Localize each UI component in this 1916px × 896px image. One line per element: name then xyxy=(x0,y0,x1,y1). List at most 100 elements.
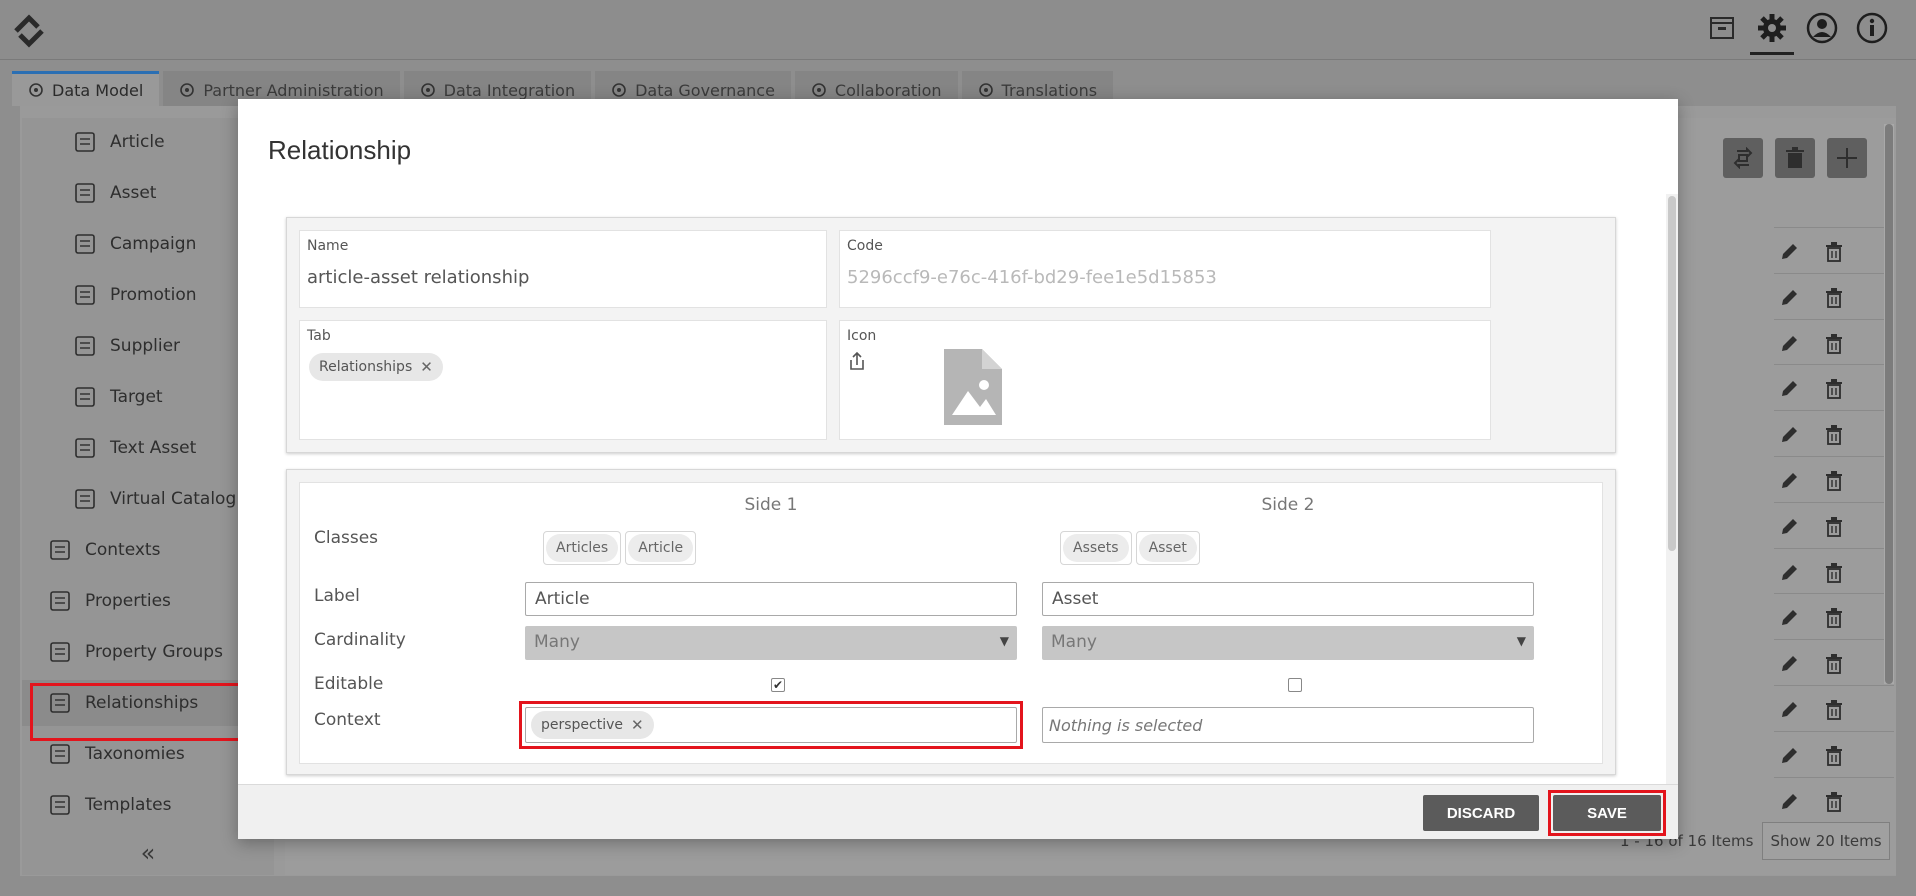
code-field: Code 5296ccf9-e76c-416f-bd29-fee1e5d1585… xyxy=(839,230,1491,308)
user-icon[interactable] xyxy=(1804,8,1840,48)
sidebar-item-properties[interactable]: Properties xyxy=(22,578,274,624)
side2-context-select[interactable]: Nothing is selected xyxy=(1042,707,1534,743)
context-label: Context xyxy=(314,710,381,730)
sidebar-item-templates[interactable]: Templates xyxy=(22,782,274,828)
trash-icon[interactable] xyxy=(1825,745,1843,766)
sidebar-item-promotion[interactable]: Promotion xyxy=(22,272,274,318)
table-row-actions xyxy=(1766,458,1856,504)
share-nodes-icon xyxy=(420,83,435,97)
pencil-icon[interactable] xyxy=(1779,700,1799,720)
pencil-icon[interactable] xyxy=(1779,746,1799,766)
side1-label-input[interactable]: Article xyxy=(525,582,1017,616)
properties-icon xyxy=(50,591,70,611)
pencil-icon[interactable] xyxy=(1779,471,1799,491)
trash-icon[interactable] xyxy=(1825,379,1843,400)
pencil-icon[interactable] xyxy=(1779,288,1799,308)
sides-panel: Side 1 Side 2 Classes Articles Article As… xyxy=(286,469,1616,775)
side2-label-input[interactable]: Asset xyxy=(1042,582,1534,616)
sidebar-item-campaign[interactable]: Campaign xyxy=(22,221,274,267)
data-model-icon xyxy=(29,83,43,97)
trash-icon[interactable] xyxy=(1825,471,1843,491)
translations-icon xyxy=(978,83,993,97)
table-row-actions xyxy=(1766,412,1856,458)
table-row-actions xyxy=(1766,275,1856,321)
trash-icon[interactable] xyxy=(1825,287,1843,308)
trash-icon[interactable] xyxy=(1825,516,1843,537)
pencil-icon[interactable] xyxy=(1779,242,1799,262)
archive-icon[interactable] xyxy=(1704,8,1740,48)
grid-scrollbar[interactable] xyxy=(1884,124,1894,684)
tab-data-model[interactable]: Data Model xyxy=(12,71,160,106)
trash-icon[interactable] xyxy=(1825,791,1843,812)
save-highlight xyxy=(1548,790,1666,836)
megaphone-icon xyxy=(75,285,95,305)
catalog-icon xyxy=(75,489,95,509)
add-button[interactable] xyxy=(1827,138,1867,178)
trash-icon[interactable] xyxy=(1825,562,1843,583)
row-divider xyxy=(1774,639,1894,641)
pencil-icon[interactable] xyxy=(1779,425,1799,445)
tab-chip: Relationships ✕ xyxy=(309,353,443,381)
row-divider xyxy=(1774,547,1894,549)
table-row-actions xyxy=(1766,687,1856,733)
sidebar-item-relationships[interactable]: Relationships xyxy=(22,680,274,741)
pencil-icon[interactable] xyxy=(1779,563,1799,583)
table-row-actions xyxy=(1766,733,1856,779)
dropdown-caret-icon: ▼ xyxy=(999,634,1009,648)
general-panel: Name article-asset relationship Code 529… xyxy=(286,217,1616,453)
refresh-button[interactable] xyxy=(1723,138,1763,178)
gear-icon[interactable] xyxy=(1750,8,1794,55)
sidebar-item-article[interactable]: Article xyxy=(22,119,274,165)
pencil-icon[interactable] xyxy=(1779,517,1799,537)
row-divider xyxy=(1774,593,1894,595)
row-divider xyxy=(1774,318,1894,320)
row-divider xyxy=(1774,685,1894,686)
trash-icon[interactable] xyxy=(1825,700,1843,720)
dialog-title: Relationship xyxy=(268,135,412,165)
sidebar-collapse-button[interactable]: « xyxy=(22,830,274,875)
discard-button[interactable]: DISCARD xyxy=(1423,795,1539,831)
pencil-icon[interactable] xyxy=(1779,379,1799,399)
delete-all-button[interactable] xyxy=(1775,138,1815,178)
side1-editable-checkbox[interactable]: ✔ xyxy=(771,678,785,692)
class-chip: Asset xyxy=(1135,531,1200,565)
sidebar-item-supplier[interactable]: Supplier xyxy=(22,323,274,369)
info-icon[interactable] xyxy=(1854,8,1890,48)
remove-chip-icon[interactable]: ✕ xyxy=(420,358,433,376)
trash-icon[interactable] xyxy=(1825,333,1843,354)
table-row-actions xyxy=(1766,321,1856,367)
trash-icon[interactable] xyxy=(1825,654,1843,675)
side1-cardinality-select[interactable]: Many ▼ xyxy=(525,626,1017,660)
page-size-button[interactable]: Show 20 Items xyxy=(1762,822,1890,860)
trash-icon[interactable] xyxy=(1825,608,1843,629)
row-divider xyxy=(1774,730,1894,732)
campaign-icon xyxy=(75,234,95,254)
side2-cardinality-select[interactable]: Many ▼ xyxy=(1042,626,1534,660)
label-label: Label xyxy=(314,586,360,606)
side2-header: Side 2 xyxy=(1261,495,1315,515)
sidebar-item-contexts[interactable]: Contexts xyxy=(22,527,274,573)
templates-icon xyxy=(50,795,70,815)
pencil-icon[interactable] xyxy=(1779,334,1799,354)
trash-icon[interactable] xyxy=(1825,242,1843,262)
editable-label: Editable xyxy=(314,674,384,694)
sidebar-item-virtual-catalog[interactable]: Virtual Catalog xyxy=(22,476,274,522)
dialog-scrollbar[interactable] xyxy=(1666,194,1678,784)
upload-icon[interactable] xyxy=(848,351,866,371)
sidebar-item-property-groups[interactable]: Property Groups xyxy=(22,629,274,675)
trash-icon[interactable] xyxy=(1825,425,1843,446)
name-field[interactable]: Name article-asset relationship xyxy=(299,230,827,308)
pencil-icon[interactable] xyxy=(1779,792,1799,812)
governance-icon xyxy=(612,83,626,97)
app-logo-icon[interactable] xyxy=(6,8,52,54)
sidebar-item-target[interactable]: Target xyxy=(22,374,274,420)
side2-editable-checkbox[interactable] xyxy=(1288,678,1302,692)
truck-icon xyxy=(75,336,95,356)
pencil-icon[interactable] xyxy=(1779,654,1799,674)
dialog-footer: DISCARD SAVE xyxy=(238,784,1678,839)
sidebar-item-asset[interactable]: Asset xyxy=(22,170,274,216)
tab-field[interactable]: Tab Relationships ✕ xyxy=(299,320,827,440)
sidebar-item-text-asset[interactable]: Text Asset xyxy=(22,425,274,471)
relationship-dialog: Relationship Name article-asset relation… xyxy=(238,99,1678,839)
pencil-icon[interactable] xyxy=(1779,608,1799,628)
